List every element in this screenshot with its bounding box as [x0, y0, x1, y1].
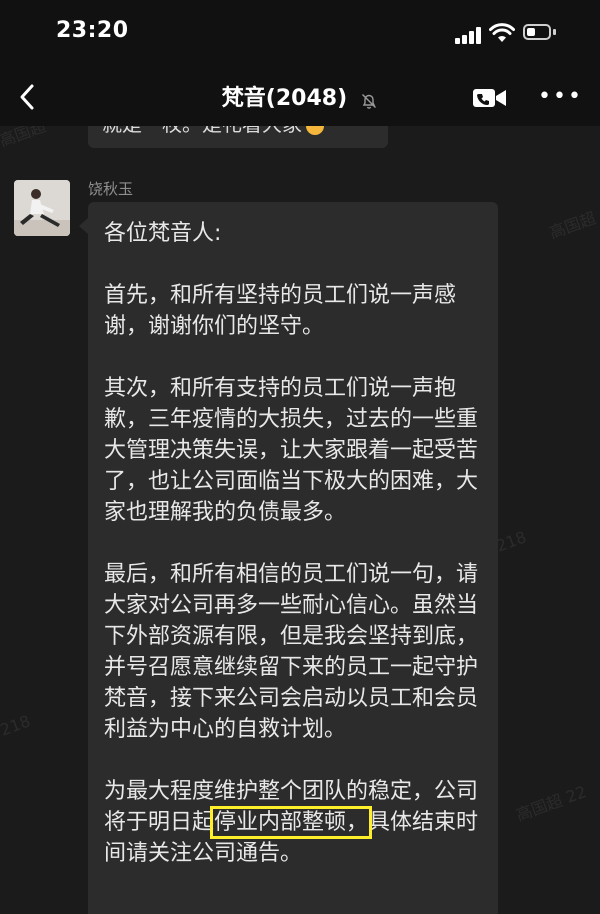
- message-bubble[interactable]: 各位梵音人: 首先，和所有坚持的员工们说一声感谢，谢谢你们的坚守。 其次，和所有…: [79, 202, 498, 914]
- chat-header: 梵音(2048) •••: [0, 68, 600, 126]
- smile-emoji-icon: [306, 126, 324, 135]
- previous-message-bubble[interactable]: 就是一枚。是礼看大家: [88, 126, 388, 148]
- message-paragraph: 首先，和所有坚持的员工们说一声感谢，谢谢你们的坚守。: [104, 283, 457, 339]
- watermark: 高国超 22: [513, 781, 590, 825]
- more-options-icon[interactable]: •••: [538, 84, 581, 110]
- sender-name: 饶秋玉: [88, 180, 134, 198]
- message-greeting: 各位梵音人:: [104, 221, 222, 246]
- chat-title: 梵音(2048): [221, 86, 348, 111]
- chat-title-area: 梵音(2048): [0, 80, 600, 112]
- wifi-icon: [489, 23, 515, 42]
- chat-area[interactable]: 高国超 高国超 218 218 高国超 22 就是一枚。是礼看大家 饶秋玉 各位…: [0, 126, 600, 914]
- message-text: 各位梵音人: 首先，和所有坚持的员工们说一声感谢，谢谢你们的坚守。 其次，和所有…: [104, 218, 484, 900]
- watermark: 218: [0, 711, 33, 740]
- message-paragraph: 其次，和所有支持的员工们说一声抱歉，三年疫情的大损失，过去的一些重大管理决策失误…: [104, 376, 479, 525]
- watermark: 高国超: [546, 208, 599, 243]
- watermark: 高国超: [0, 126, 49, 151]
- mute-bell-icon: [362, 93, 377, 109]
- watermark: 218: [493, 527, 529, 556]
- status-bar: 23:20: [0, 0, 600, 68]
- message-paragraph: 为最大程度维护整个团队的稳定，公司将于明日起停业内部整顿，具体结束时间请关注公司…: [104, 779, 479, 866]
- sender-avatar[interactable]: [14, 180, 70, 236]
- battery-icon: [523, 24, 557, 42]
- previous-message-text: 就是一枚。是礼看大家: [102, 126, 324, 137]
- video-call-icon[interactable]: [472, 86, 508, 110]
- message-paragraph: 最后，和所有相信的员工们说一句，请大家对公司再多一些耐心信心。虽然当下外部资源有…: [104, 562, 479, 742]
- highlighted-phrase: 停业内部整顿，: [210, 806, 373, 839]
- cellular-signal-icon: [455, 26, 483, 44]
- status-time: 23:20: [56, 18, 129, 43]
